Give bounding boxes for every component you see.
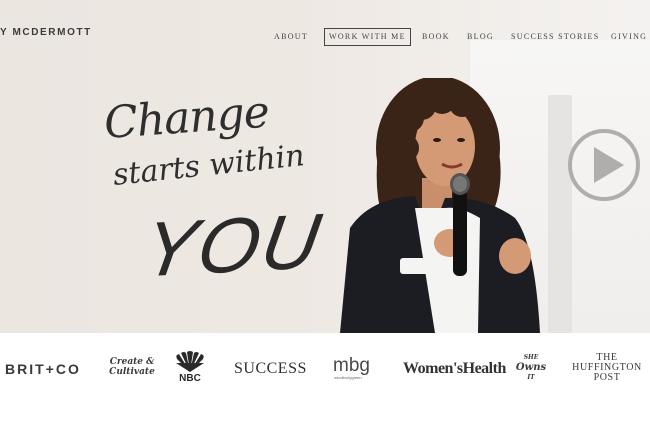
logo-nbc: NBC xyxy=(173,351,207,387)
logo-she-owns-it-line3: IT xyxy=(527,374,535,381)
logo-she-owns-it: SHE Owns IT xyxy=(508,353,554,383)
speaker-photo xyxy=(340,78,540,333)
headline-change: Change xyxy=(102,86,271,149)
logo-huffington-post-line3: POST xyxy=(593,372,621,383)
logo-create-cultivate-line1: Create & xyxy=(109,357,155,367)
nav-blog[interactable]: BLOG xyxy=(467,28,494,46)
logo-she-owns-it-line2: Owns xyxy=(515,362,547,373)
press-logo-strip: BRIT+CO Create & Cultivate NBC SUCCESS m… xyxy=(0,333,650,433)
nav-giving-back[interactable]: GIVING B xyxy=(611,28,650,46)
logo-create-cultivate-line2: Cultivate xyxy=(109,367,155,377)
logo-womens-health: Women'sHealth xyxy=(403,360,506,377)
play-circle-icon[interactable] xyxy=(566,127,642,203)
nav-book[interactable]: BOOK xyxy=(422,28,450,46)
nav-success-stories[interactable]: SUCCESS STORIES xyxy=(511,28,600,46)
logo-mbg: mbg xyxy=(333,355,370,376)
nav-about[interactable]: ABOUT xyxy=(274,28,308,46)
nbc-peacock-icon xyxy=(176,351,204,372)
logo-nbc-text: NBC xyxy=(179,373,201,384)
hero-section: Y MCDERMOTT ABOUT WORK WITH ME BOOK BLOG… xyxy=(0,0,650,333)
site-brand[interactable]: Y MCDERMOTT xyxy=(0,27,92,38)
nav-work-with-me[interactable]: WORK WITH ME xyxy=(324,28,411,46)
logo-huffington-post: THE HUFFINGTON POST xyxy=(572,353,642,383)
logo-create-cultivate: Create & Cultivate xyxy=(108,357,156,377)
logo-success: SUCCESS xyxy=(234,360,307,377)
logo-mbg-subtitle: mindbodygreen xyxy=(334,375,362,380)
logo-brit-co: BRIT+CO xyxy=(5,361,81,377)
headline-you: YOU xyxy=(137,196,329,294)
